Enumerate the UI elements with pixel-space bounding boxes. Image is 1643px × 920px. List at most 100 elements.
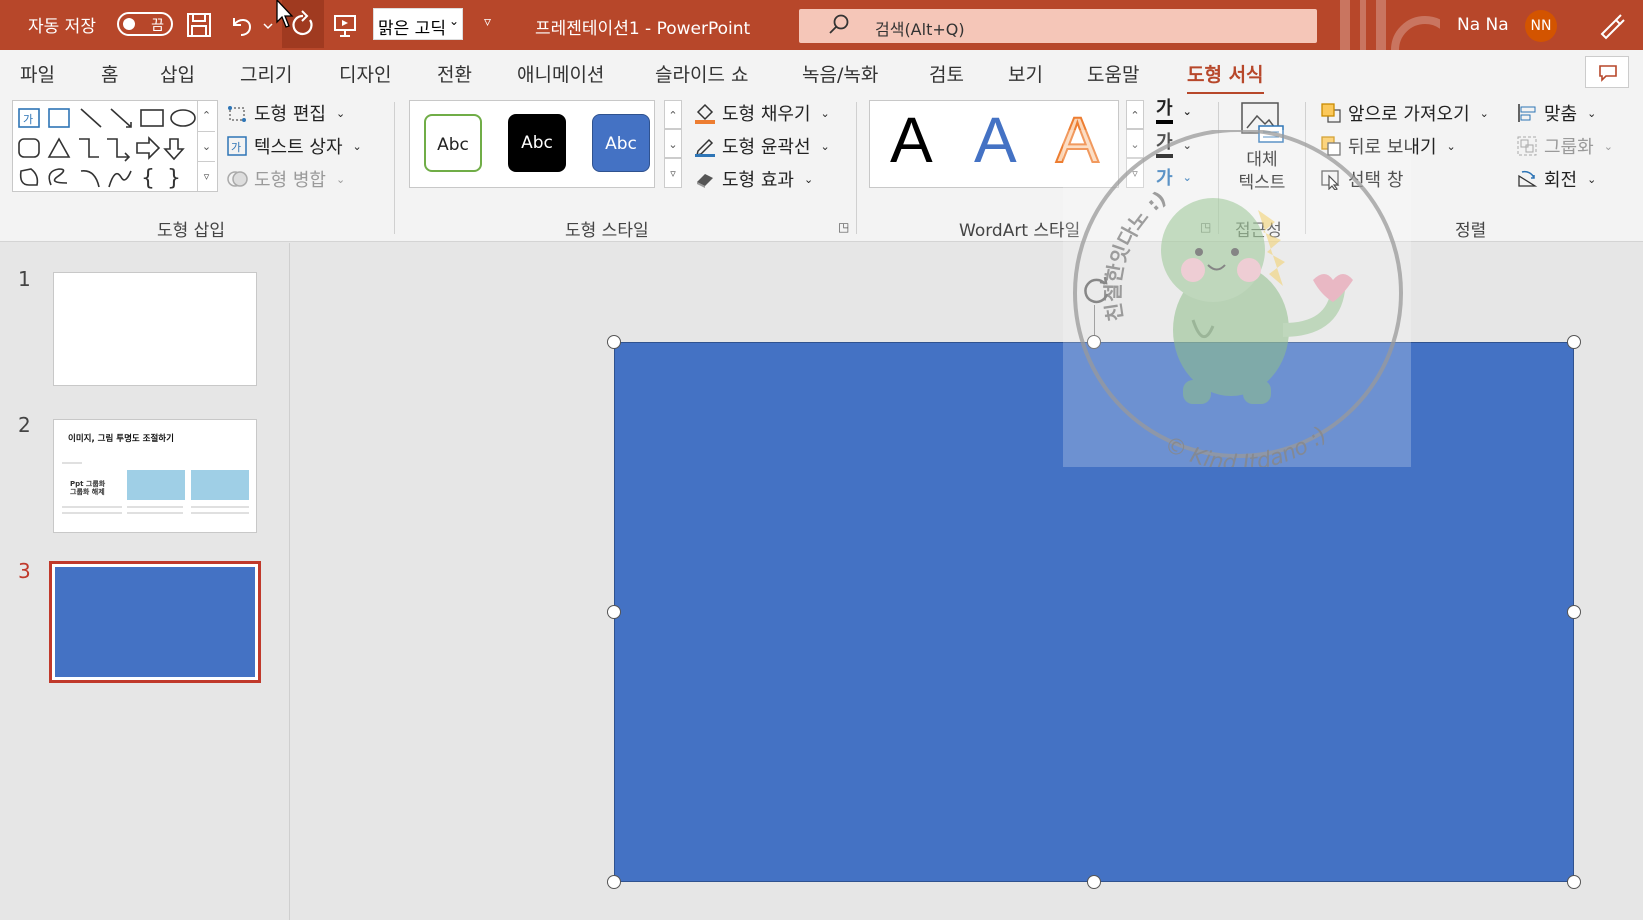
chevron-down-icon: ⌄ (1587, 106, 1597, 120)
tab-draw[interactable]: 그리기 (240, 60, 292, 87)
search-icon (829, 14, 849, 34)
resize-handle-top-right[interactable] (1567, 335, 1581, 349)
gallery-scroll-down[interactable]: ⌄ (197, 131, 215, 161)
tab-animations[interactable]: 애니메이션 (517, 60, 604, 87)
edit-shape-icon (228, 106, 246, 122)
shape-outline-button[interactable]: 도형 윤곽선 ⌄ (694, 133, 830, 159)
resize-handle-bottom[interactable] (1087, 875, 1101, 889)
svg-text:{: { (141, 166, 155, 189)
text-line (191, 512, 249, 514)
designer-pen-icon[interactable] (1596, 10, 1626, 40)
present-from-start-icon[interactable] (330, 10, 360, 40)
edit-shape-label: 도형 편집 (254, 104, 326, 125)
wordart-preset-black[interactable]: A (890, 103, 933, 177)
align-button[interactable]: 맞춤 ⌄ (1516, 100, 1596, 126)
avatar[interactable]: NN (1525, 10, 1557, 42)
slide-2-caption: Ppt 그룹화 그룹화 해제 (70, 480, 106, 496)
tab-design[interactable]: 디자인 (339, 60, 391, 87)
chevron-down-icon: ⌄ (1587, 172, 1597, 186)
align-label: 맞춤 (1544, 104, 1578, 125)
edit-shape-button[interactable]: 도형 편집 ⌄ (226, 100, 345, 126)
autosave-state: 끔 (151, 18, 164, 34)
tab-view[interactable]: 보기 (1008, 60, 1043, 87)
tab-transitions[interactable]: 전환 (437, 60, 472, 87)
slide-thumbnail-2[interactable]: 이미지, 그림 투명도 조절하기 Ppt 그룹화 그룹화 해제 (53, 419, 257, 533)
wordart-scroll-up[interactable]: ⌃ (1126, 100, 1144, 129)
slide-thumbnail-3[interactable] (49, 561, 261, 683)
style-gallery-scroll-down[interactable]: ⌄ (664, 129, 682, 158)
shapes-gallery[interactable]: 가 { } ⌃ ⌄ ▿ (12, 100, 218, 192)
gallery-expand[interactable]: ▿ (197, 161, 215, 191)
search-box[interactable]: 검색(Alt+Q) (799, 9, 1317, 43)
text-fill-button[interactable]: 가 ⌄ (1156, 98, 1192, 124)
resize-handle-bottom-left[interactable] (607, 875, 621, 889)
shape-style-gallery[interactable]: Abc Abc Abc (409, 100, 655, 188)
svg-text:가: 가 (23, 113, 33, 126)
shape-fill-button[interactable]: 도형 채우기 ⌄ (694, 100, 830, 126)
tab-record[interactable]: 녹음/녹화 (802, 60, 878, 87)
shape-fill-label: 도형 채우기 (722, 104, 811, 125)
autosave-label: 자동 저장 (28, 17, 96, 37)
style-preset-outline-green[interactable]: Abc (424, 114, 482, 172)
undo-icon[interactable] (226, 10, 256, 40)
tab-slideshow[interactable]: 슬라이드 쇼 (655, 60, 748, 87)
text-fill-glyph: 가 (1156, 98, 1173, 124)
text-line (62, 506, 122, 508)
chevron-down-icon: ⌄ (448, 14, 459, 28)
user-name[interactable]: Na Na (1457, 15, 1509, 35)
group-button[interactable]: 그룹화 ⌄ (1516, 133, 1613, 159)
chevron-down-icon: ⌄ (335, 172, 346, 186)
slide-number: 3 (18, 559, 31, 583)
svg-text:© Kind Itdano :): © Kind Itdano :) (1160, 422, 1333, 467)
resize-handle-bottom-right[interactable] (1567, 875, 1581, 889)
group-label-arrange: 정렬 (1455, 221, 1487, 241)
comments-button[interactable] (1585, 56, 1629, 88)
tab-help[interactable]: 도움말 (1087, 60, 1139, 87)
toggle-knob (123, 18, 135, 30)
rotate-button[interactable]: 회전 ⌄ (1516, 166, 1596, 192)
slide-thumbnail-1[interactable] (53, 272, 257, 386)
watermark-stamp: 친절한잇다노 :) © Kind Itdano :) (1063, 130, 1411, 467)
font-name-box[interactable]: 맑은 고딕 ⌄ (373, 8, 463, 40)
pencil-icon (695, 138, 715, 157)
tab-insert[interactable]: 삽입 (160, 60, 195, 87)
undo-dropdown-icon[interactable] (253, 10, 273, 40)
tab-file[interactable]: 파일 (20, 60, 55, 87)
resize-handle-left[interactable] (607, 605, 621, 619)
ribbon-tabs: 파일 홈 삽입 그리기 디자인 전환 애니메이션 슬라이드 쇼 녹음/녹화 검토… (0, 50, 1643, 95)
chevron-down-icon: ⌄ (820, 106, 830, 120)
tab-shape-format[interactable]: 도형 서식 (1187, 60, 1264, 95)
text-line (127, 506, 183, 508)
slide-2-title: 이미지, 그림 투명도 조절하기 (68, 434, 174, 444)
text-line (191, 506, 249, 508)
bring-forward-label: 앞으로 가져오기 (1348, 104, 1470, 125)
wordart-preset-blue[interactable]: A (974, 103, 1017, 177)
shape-effects-label: 도형 효과 (722, 170, 794, 191)
style-gallery-scroll-up[interactable]: ⌃ (664, 100, 682, 129)
dialog-launcher-icon[interactable]: ◳ (838, 220, 849, 234)
customize-qat-icon[interactable]: ▿ (484, 14, 491, 30)
resize-handle-right[interactable] (1567, 605, 1581, 619)
slide-number: 2 (18, 413, 31, 437)
chevron-down-icon: ⌄ (352, 139, 362, 153)
group-objects-icon (1517, 136, 1537, 156)
font-name-value: 맑은 고딕 (378, 19, 446, 39)
merge-shapes-label: 도형 병합 (254, 170, 326, 191)
mouse-cursor-icon (276, 0, 294, 28)
tab-home[interactable]: 홈 (101, 60, 118, 87)
autosave-toggle[interactable]: 끔 (117, 12, 173, 36)
style-preset-black[interactable]: Abc (508, 114, 566, 172)
style-gallery-expand[interactable]: ▿ (664, 158, 682, 188)
tab-review[interactable]: 검토 (929, 60, 964, 87)
gallery-scroll-up[interactable]: ⌃ (197, 101, 215, 131)
merge-shapes-button[interactable]: 도형 병합 ⌄ (226, 166, 345, 192)
shape-effects-button[interactable]: 도형 효과 ⌄ (694, 166, 813, 192)
resize-handle-top-left[interactable] (607, 335, 621, 349)
group-divider (394, 102, 395, 234)
bring-forward-button[interactable]: 앞으로 가져오기 ⌄ (1320, 100, 1489, 126)
style-preset-blue[interactable]: Abc (592, 114, 650, 172)
save-icon[interactable] (184, 10, 214, 40)
text-box-icon: 가 (227, 136, 247, 156)
slide-number: 1 (18, 267, 31, 291)
text-box-button[interactable]: 가 텍스트 상자 ⌄ (226, 133, 362, 159)
